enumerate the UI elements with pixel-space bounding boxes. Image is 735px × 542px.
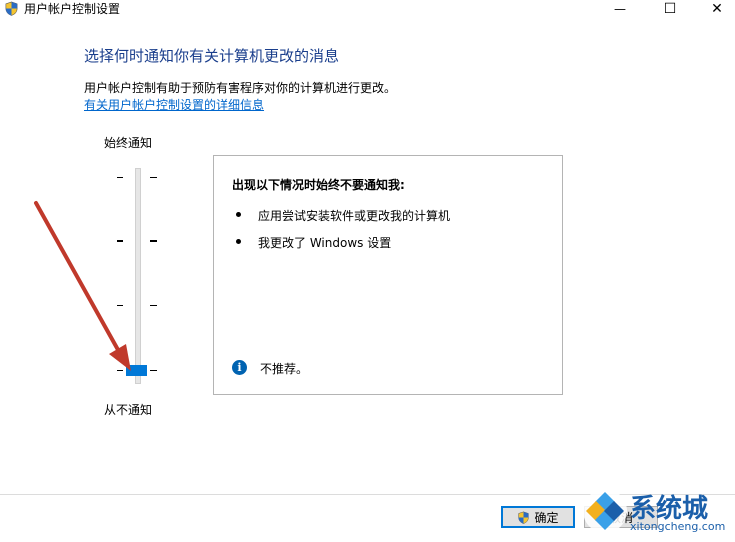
watermark: 系统城 xitongcheng.com — [578, 484, 735, 542]
annotation-arrow — [34, 201, 131, 371]
watermark-url: xitongcheng.com — [630, 520, 726, 533]
watermark-logo-icon — [583, 489, 627, 533]
ok-button-label: 确定 — [534, 510, 559, 525]
ok-button[interactable]: 确定 — [501, 506, 575, 528]
uac-shield-icon — [518, 511, 530, 524]
